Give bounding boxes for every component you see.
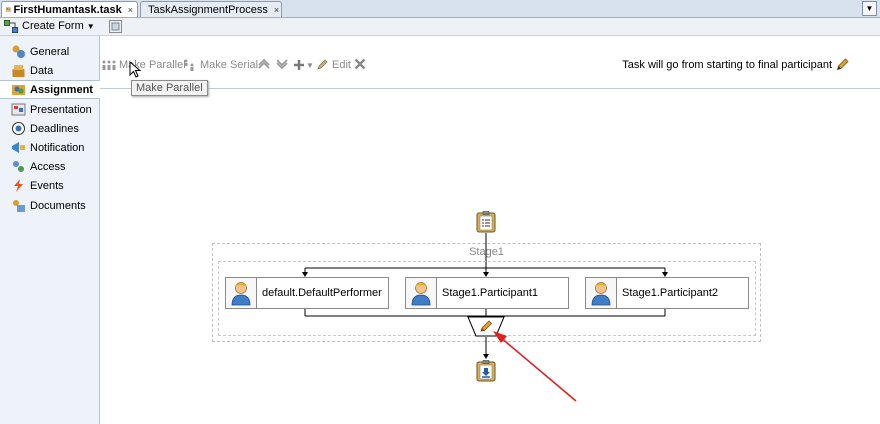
avatar [406,278,437,308]
participant-label: Stage1.Participant1 [442,287,539,299]
participant-box[interactable]: Stage1.Participant2 [585,277,749,309]
user-icon [231,282,251,306]
participant-label: default.DefaultPerformer [262,287,382,299]
start-clipboard-icon[interactable] [476,211,496,233]
annotation-arrow [493,331,577,402]
user-icon [411,282,431,306]
participant-label: Stage1.Participant2 [622,287,719,299]
participant-box[interactable]: Stage1.Participant1 [405,277,569,309]
assignment-diagram-lines [302,233,668,359]
avatar [586,278,617,308]
user-icon [591,282,611,306]
stage-label: Stage1 [469,246,504,258]
participant-box[interactable]: default.DefaultPerformer [225,277,389,309]
avatar [226,278,257,308]
